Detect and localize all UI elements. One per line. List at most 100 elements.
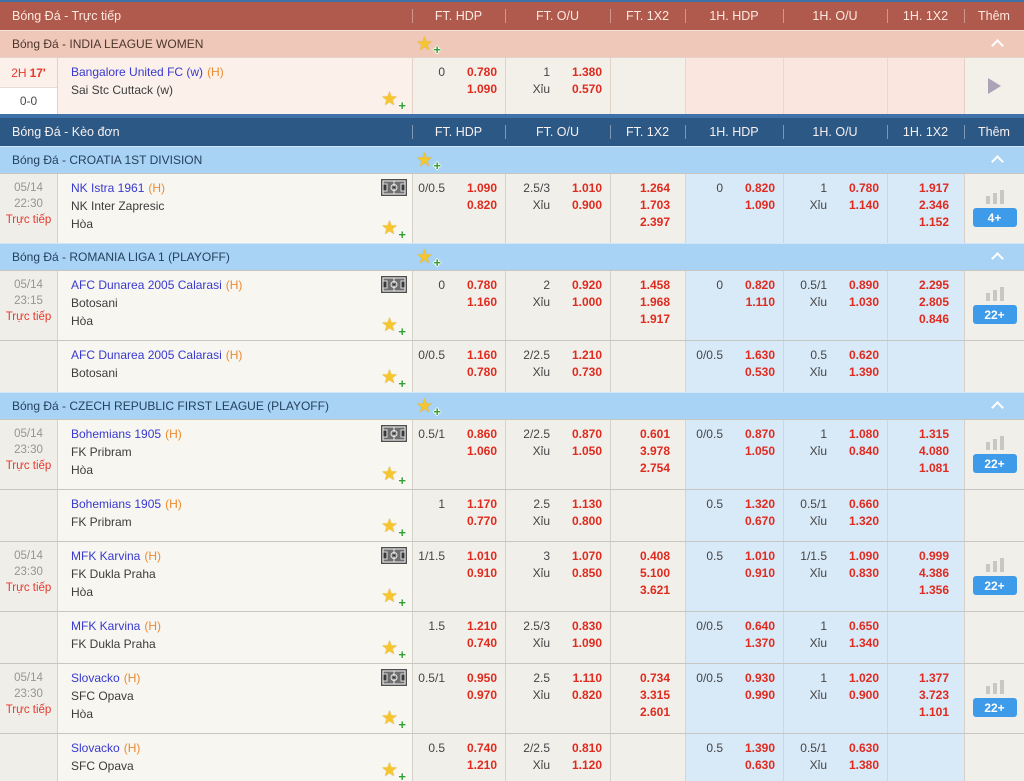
odds-value[interactable]: 0.620: [833, 347, 879, 364]
favorite-star-icon[interactable]: ★+: [381, 367, 403, 389]
odds-value[interactable]: 0.660: [833, 496, 879, 513]
odds-value[interactable]: 0.740: [451, 635, 497, 652]
favorite-star-icon[interactable]: ★+: [381, 315, 403, 337]
odds-value[interactable]: 1.030: [833, 294, 879, 311]
favorite-star-icon[interactable]: ★+: [416, 246, 438, 268]
odds-value[interactable]: 1.101: [888, 704, 964, 721]
live-link[interactable]: Trực tiếp: [0, 458, 57, 474]
odds-value[interactable]: 0.810: [556, 740, 602, 757]
home-team-name[interactable]: Slovacko: [71, 741, 120, 755]
odds-value[interactable]: 1.703: [611, 197, 685, 214]
odds-value[interactable]: 0.530: [729, 364, 775, 381]
odds-value[interactable]: 0.846: [888, 311, 964, 328]
collapse-chevron-icon[interactable]: [991, 252, 1004, 265]
favorite-star-icon[interactable]: ★+: [416, 149, 438, 171]
odds-value[interactable]: 1.110: [556, 670, 602, 687]
odds-value[interactable]: 1.390: [729, 740, 775, 757]
favorite-star-icon[interactable]: ★+: [381, 638, 403, 660]
odds-value[interactable]: 1.340: [833, 635, 879, 652]
live-link[interactable]: Trực tiếp: [0, 212, 57, 228]
play-icon[interactable]: [988, 78, 1001, 94]
away-team-name[interactable]: FK Dukla Praha: [71, 565, 382, 583]
odds-value[interactable]: 1.968: [611, 294, 685, 311]
odds-value[interactable]: 0.850: [556, 565, 602, 582]
odds-value[interactable]: 1.380: [833, 757, 879, 774]
away-team-name[interactable]: FK Pribram: [71, 513, 382, 531]
odds-value[interactable]: 0.780: [833, 180, 879, 197]
home-team-name[interactable]: MFK Karvina: [71, 619, 140, 633]
odds-value[interactable]: 0.800: [556, 513, 602, 530]
odds-value[interactable]: 1.160: [451, 294, 497, 311]
home-team-name[interactable]: AFC Dunarea 2005 Calarasi: [71, 348, 222, 362]
odds-value[interactable]: 1.315: [888, 426, 964, 443]
odds-value[interactable]: 0.570: [556, 81, 602, 98]
home-team-name[interactable]: Bangalore United FC (w): [71, 65, 203, 79]
odds-value[interactable]: 1.170: [451, 496, 497, 513]
home-team-name[interactable]: AFC Dunarea 2005 Calarasi: [71, 278, 222, 292]
odds-value[interactable]: 1.010: [451, 548, 497, 565]
odds-value[interactable]: 1.370: [729, 635, 775, 652]
away-team-name[interactable]: NK Inter Zapresic: [71, 197, 382, 215]
odds-value[interactable]: 1.390: [833, 364, 879, 381]
odds-value[interactable]: 1.917: [888, 180, 964, 197]
away-team-name[interactable]: Sai Stc Cuttack (w): [71, 81, 382, 99]
odds-value[interactable]: 0.910: [729, 565, 775, 582]
favorite-star-icon[interactable]: ★+: [416, 33, 438, 55]
favorite-star-icon[interactable]: ★+: [381, 218, 403, 240]
odds-value[interactable]: 0.900: [833, 687, 879, 704]
odds-value[interactable]: 1.090: [833, 548, 879, 565]
odds-value[interactable]: 0.860: [451, 426, 497, 443]
odds-value[interactable]: 1.060: [451, 443, 497, 460]
odds-value[interactable]: 0.820: [451, 197, 497, 214]
odds-value[interactable]: 1.377: [888, 670, 964, 687]
live-link[interactable]: Trực tiếp: [0, 702, 57, 718]
odds-value[interactable]: 0.970: [451, 687, 497, 704]
home-team-name[interactable]: MFK Karvina: [71, 549, 140, 563]
odds-value[interactable]: 2.754: [611, 460, 685, 477]
home-team-name[interactable]: Bohemians 1905: [71, 497, 161, 511]
odds-value[interactable]: 0.990: [729, 687, 775, 704]
away-team-name[interactable]: FK Pribram: [71, 443, 382, 461]
odds-value[interactable]: 1.210: [451, 757, 497, 774]
odds-value[interactable]: 0.900: [556, 197, 602, 214]
more-bets-badge[interactable]: 22+: [973, 454, 1017, 473]
odds-value[interactable]: 0.870: [556, 426, 602, 443]
odds-value[interactable]: 1.356: [888, 582, 964, 599]
favorite-star-icon[interactable]: ★+: [381, 89, 403, 111]
odds-value[interactable]: 0.999: [888, 548, 964, 565]
odds-value[interactable]: 1.160: [451, 347, 497, 364]
favorite-star-icon[interactable]: ★+: [381, 760, 403, 781]
odds-value[interactable]: 1.140: [833, 197, 879, 214]
odds-value[interactable]: 2.397: [611, 214, 685, 231]
odds-value[interactable]: 0.770: [451, 513, 497, 530]
odds-value[interactable]: 0.780: [451, 364, 497, 381]
odds-value[interactable]: 1.210: [451, 618, 497, 635]
odds-value[interactable]: 3.978: [611, 443, 685, 460]
odds-value[interactable]: 0.601: [611, 426, 685, 443]
odds-value[interactable]: 0.890: [833, 277, 879, 294]
odds-value[interactable]: 2.601: [611, 704, 685, 721]
odds-value[interactable]: 0.640: [729, 618, 775, 635]
odds-value[interactable]: 0.630: [729, 757, 775, 774]
odds-value[interactable]: 3.315: [611, 687, 685, 704]
odds-value[interactable]: 1.081: [888, 460, 964, 477]
favorite-star-icon[interactable]: ★+: [381, 708, 403, 730]
away-team-name[interactable]: SFC Opava: [71, 687, 382, 705]
odds-value[interactable]: 2.346: [888, 197, 964, 214]
odds-value[interactable]: 1.050: [556, 443, 602, 460]
odds-value[interactable]: 0.830: [556, 618, 602, 635]
home-team-name[interactable]: Slovacko: [71, 671, 120, 685]
odds-value[interactable]: 1.264: [611, 180, 685, 197]
more-bets-badge[interactable]: 22+: [973, 305, 1017, 324]
more-bets-badge[interactable]: 4+: [973, 208, 1017, 227]
odds-value[interactable]: 0.670: [729, 513, 775, 530]
odds-value[interactable]: 0.830: [833, 565, 879, 582]
odds-value[interactable]: 0.740: [451, 740, 497, 757]
odds-value[interactable]: 2.805: [888, 294, 964, 311]
favorite-star-icon[interactable]: ★+: [381, 464, 403, 486]
odds-value[interactable]: 0.920: [556, 277, 602, 294]
odds-value[interactable]: 1.090: [729, 197, 775, 214]
odds-value[interactable]: 0.734: [611, 670, 685, 687]
odds-value[interactable]: 1.080: [833, 426, 879, 443]
favorite-star-icon[interactable]: ★+: [416, 395, 438, 417]
